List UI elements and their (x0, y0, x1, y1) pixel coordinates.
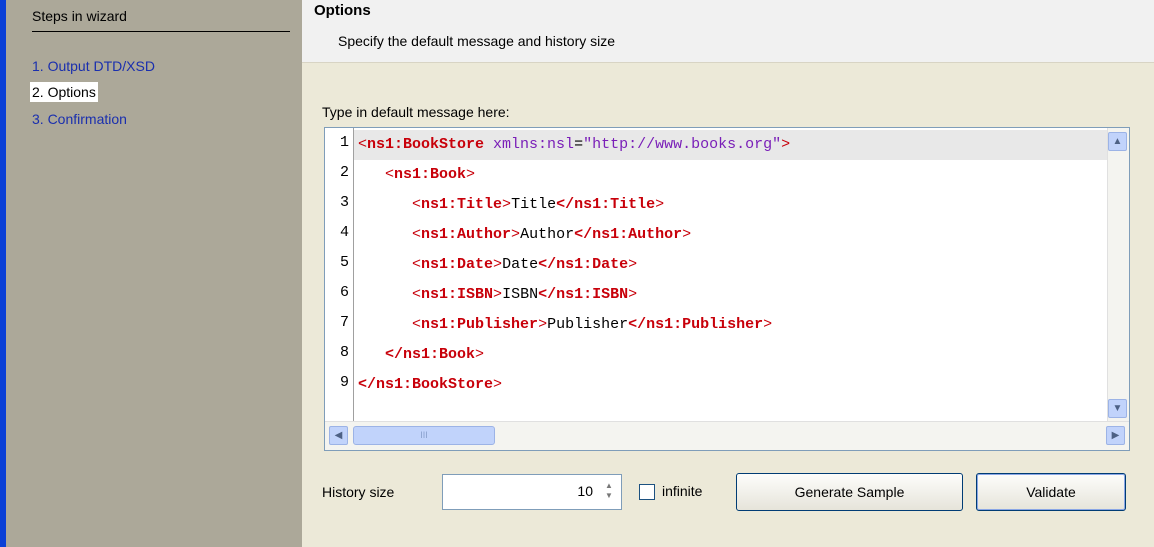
history-size-label: History size (322, 484, 395, 500)
tag-bracket: < (412, 286, 422, 303)
element-text: ISBN (502, 286, 539, 303)
tag-bracket: < (412, 226, 422, 243)
tag-bracket: < (385, 166, 395, 183)
sidebar-title: Steps in wizard (32, 8, 127, 24)
vertical-scrollbar[interactable]: ▲ ▼ (1107, 128, 1129, 422)
tag-name: ns1:Title (421, 196, 503, 213)
code-line[interactable]: <ns1:BookStore xmlns:nsl="http://www.boo… (354, 130, 1109, 160)
line-number: 4 (339, 224, 349, 241)
attribute-name: xmlns:nsl (484, 136, 575, 153)
infinite-checkbox[interactable] (639, 484, 655, 500)
tag-bracket: > (628, 256, 638, 273)
line-number: 1 (339, 134, 349, 151)
tag-bracket: > (493, 376, 503, 393)
code-line[interactable]: <ns1:Publisher>Publisher</ns1:Publisher> (354, 310, 1109, 340)
closing-tag-name: </ns1:Date (538, 256, 629, 273)
validate-button[interactable]: Validate (976, 473, 1126, 511)
wizard-steps-sidebar: Steps in wizard 1. Output DTD/XSD 2. Opt… (6, 0, 302, 547)
closing-tag-name: </ns1:Book (385, 346, 476, 363)
tag-bracket: > (511, 226, 521, 243)
scroll-left-button[interactable]: ◀ (329, 426, 348, 445)
closing-tag-name: </ns1:Publisher (628, 316, 764, 333)
horizontal-scroll-thumb[interactable]: III (353, 426, 495, 445)
step-output-dtd-xsd[interactable]: 1. Output DTD/XSD (32, 56, 155, 76)
line-number: 9 (339, 374, 349, 391)
generate-sample-button[interactable]: Generate Sample (736, 473, 963, 511)
tag-bracket: > (655, 196, 665, 213)
horizontal-scrollbar[interactable]: ◀ III ▶ (325, 421, 1129, 450)
default-message-editor[interactable]: 123456789 <ns1:BookStore xmlns:nsl="http… (324, 127, 1130, 451)
tag-name: ns1:ISBN (421, 286, 494, 303)
tag-bracket: < (412, 316, 422, 333)
closing-tag-name: </ns1:Title (556, 196, 656, 213)
page-title: Options (314, 2, 371, 19)
page-header: Options Specify the default message and … (302, 0, 1154, 63)
line-number: 6 (339, 284, 349, 301)
code-line[interactable]: <ns1:Date>Date</ns1:Date> (354, 250, 1109, 280)
tag-bracket: < (358, 136, 368, 153)
code-area[interactable]: <ns1:BookStore xmlns:nsl="http://www.boo… (354, 128, 1109, 422)
tag-bracket: > (502, 196, 512, 213)
tag-name: ns1:Author (421, 226, 512, 243)
code-line[interactable]: <ns1:Author>Author</ns1:Author> (354, 220, 1109, 250)
tag-bracket: > (493, 256, 503, 273)
tag-bracket: > (682, 226, 692, 243)
tag-bracket: > (763, 316, 773, 333)
line-number: 7 (339, 314, 349, 331)
attribute-value: "http://www.books.org" (583, 136, 782, 153)
tag-bracket: < (412, 256, 422, 273)
default-message-label: Type in default message here: (322, 104, 510, 120)
line-number: 5 (339, 254, 349, 271)
history-size-spinner[interactable]: 10 ▲ ▼ (442, 474, 622, 510)
line-number: 2 (339, 164, 349, 181)
step-confirmation[interactable]: 3. Confirmation (32, 109, 127, 129)
element-text: Publisher (547, 316, 629, 333)
history-size-value[interactable]: 10 (577, 483, 593, 499)
code-line[interactable]: </ns1:Book> (354, 340, 1109, 370)
tag-name: ns1:Book (394, 166, 467, 183)
scroll-right-button[interactable]: ▶ (1106, 426, 1125, 445)
tag-bracket: > (475, 346, 485, 363)
code-line[interactable]: <ns1:Book> (354, 160, 1109, 190)
element-text: Date (502, 256, 539, 273)
code-line[interactable]: <ns1:ISBN>ISBN</ns1:ISBN> (354, 280, 1109, 310)
line-number: 8 (339, 344, 349, 361)
page-subtitle: Specify the default message and history … (338, 33, 616, 49)
code-line[interactable]: <ns1:Title>Title</ns1:Title> (354, 190, 1109, 220)
tag-name: ns1:BookStore (367, 136, 485, 153)
infinite-label[interactable]: infinite (662, 483, 702, 499)
tag-bracket: > (538, 316, 548, 333)
closing-tag-name: </ns1:Author (574, 226, 683, 243)
step-options[interactable]: 2. Options (30, 82, 98, 102)
tag-bracket: > (493, 286, 503, 303)
closing-tag-name: </ns1:BookStore (358, 376, 494, 393)
tag-bracket: > (781, 136, 791, 153)
code-line[interactable]: </ns1:BookStore> (354, 370, 1109, 400)
tag-name: ns1:Date (421, 256, 494, 273)
spinner-arrows-icon[interactable]: ▲ ▼ (603, 481, 615, 503)
attribute-equals: = (574, 136, 584, 153)
scroll-down-button[interactable]: ▼ (1108, 399, 1127, 418)
tag-name: ns1:Publisher (421, 316, 539, 333)
tag-bracket: > (466, 166, 476, 183)
element-text: Title (511, 196, 557, 213)
sidebar-divider (32, 31, 290, 32)
scroll-up-button[interactable]: ▲ (1108, 132, 1127, 151)
options-page: Options Specify the default message and … (302, 0, 1154, 547)
closing-tag-name: </ns1:ISBN (538, 286, 629, 303)
element-text: Author (520, 226, 575, 243)
line-number-gutter: 1 2 3 4 5 6 7 8 9 (325, 128, 354, 422)
line-number: 3 (339, 194, 349, 211)
tag-bracket: < (412, 196, 422, 213)
tag-bracket: > (628, 286, 638, 303)
